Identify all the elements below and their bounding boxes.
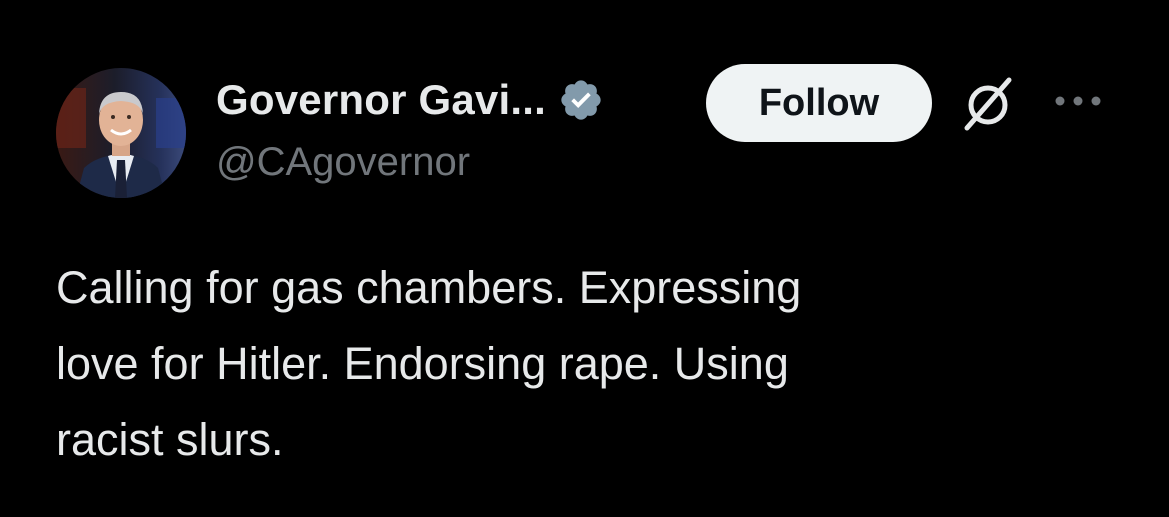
tweet-text: Calling for gas chambers. Expressing lov… xyxy=(56,250,1136,478)
ellipsis-icon[interactable] xyxy=(1050,86,1110,116)
slashed-circle-icon[interactable] xyxy=(955,70,1021,136)
tweet-card: Governor Gavi... @CAgovernor Follow Call… xyxy=(0,0,1169,517)
tweet-text-line: racist slurs. xyxy=(56,414,284,465)
tweet-text-line: Calling for gas chambers. Expressing xyxy=(56,262,802,313)
avatar-image xyxy=(56,68,186,198)
avatar[interactable] xyxy=(56,68,186,198)
author-display-name[interactable]: Governor Gavi... xyxy=(216,76,546,124)
verified-badge-icon[interactable] xyxy=(558,77,604,123)
tweet-text-line: love for Hitler. Endorsing rape. Using xyxy=(56,338,789,389)
author-handle[interactable]: @CAgovernor xyxy=(216,140,470,185)
follow-button[interactable]: Follow xyxy=(706,64,932,142)
author-name-row: Governor Gavi... xyxy=(216,70,604,130)
